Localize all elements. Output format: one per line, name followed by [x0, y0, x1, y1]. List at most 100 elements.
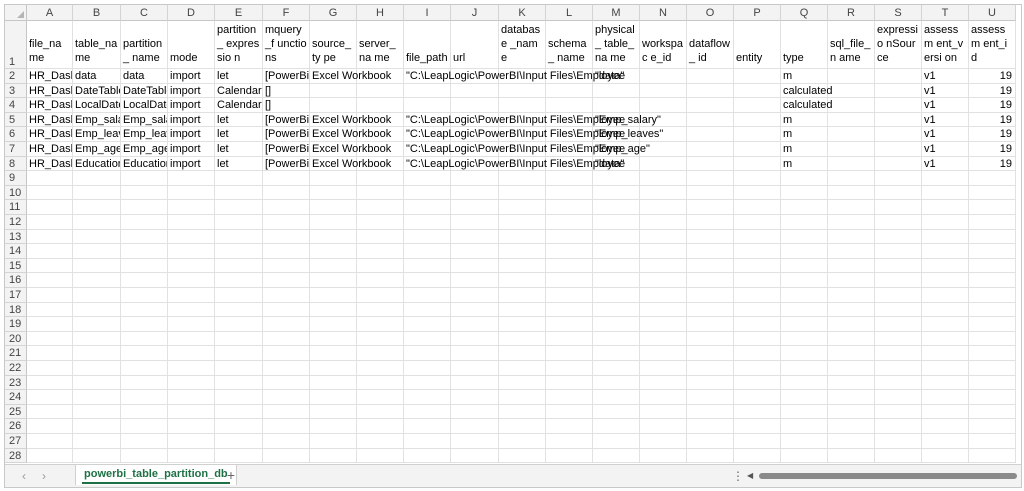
cell-r23[interactable]: [828, 375, 875, 391]
cell-d3[interactable]: import: [168, 83, 215, 99]
cell-i3[interactable]: [404, 83, 451, 99]
cell-a27[interactable]: [27, 434, 73, 449]
cell-g26[interactable]: [310, 419, 357, 434]
cell-r8[interactable]: [828, 156, 875, 172]
cell-u22[interactable]: [969, 361, 1016, 376]
row-header-11[interactable]: 11: [5, 200, 27, 215]
cell-k25[interactable]: [499, 404, 546, 420]
cell-r18[interactable]: [828, 302, 875, 318]
cell-c18[interactable]: [121, 302, 168, 318]
cell-f12[interactable]: [263, 215, 310, 230]
column-header-s[interactable]: S: [875, 5, 922, 21]
cell-u28[interactable]: [969, 448, 1016, 464]
cell-a20[interactable]: [27, 331, 73, 347]
cell-u6[interactable]: 19: [969, 127, 1016, 142]
cell-o19[interactable]: [687, 317, 734, 332]
cell-s8[interactable]: [875, 156, 922, 172]
cell-b13[interactable]: [73, 229, 121, 245]
cell-u23[interactable]: [969, 375, 1016, 391]
cell-g6[interactable]: Excel Workbook: [310, 127, 391, 142]
cell-h13[interactable]: [357, 229, 404, 245]
cell-q14[interactable]: [781, 244, 828, 259]
cell-s11[interactable]: [875, 200, 922, 215]
cell-l26[interactable]: [546, 419, 593, 434]
cell-i9[interactable]: [404, 171, 451, 186]
cell-n15[interactable]: [640, 258, 687, 274]
cell-m27[interactable]: [593, 434, 640, 449]
cell-d8[interactable]: import: [168, 156, 215, 172]
cell-f7[interactable]: [PowerBiM: [263, 142, 310, 157]
cell-j24[interactable]: [451, 390, 499, 405]
cell-u20[interactable]: [969, 331, 1016, 347]
cell-m23[interactable]: [593, 375, 640, 391]
cell-k21[interactable]: [499, 346, 546, 361]
cell-u2[interactable]: 19: [969, 69, 1016, 84]
cell-c4[interactable]: LocalDate: [121, 98, 168, 113]
cell-o8[interactable]: [687, 156, 734, 172]
cell-a26[interactable]: [27, 419, 73, 434]
add-sheet-button[interactable]: +: [223, 467, 239, 483]
cell-j12[interactable]: [451, 215, 499, 230]
cell-a10[interactable]: [27, 185, 73, 201]
cell-a24[interactable]: [27, 390, 73, 405]
cell-f19[interactable]: [263, 317, 310, 332]
row-header-4[interactable]: 4: [5, 98, 27, 113]
cell-r14[interactable]: [828, 244, 875, 259]
cell-u15[interactable]: [969, 258, 1016, 274]
cell-c8[interactable]: Education: [121, 156, 168, 172]
cell-d10[interactable]: [168, 185, 215, 201]
cell-r21[interactable]: [828, 346, 875, 361]
cell-e4[interactable]: Calendar(D: [215, 98, 263, 113]
cell-d12[interactable]: [168, 215, 215, 230]
row-header-5[interactable]: 5: [5, 112, 27, 128]
cell-g18[interactable]: [310, 302, 357, 318]
cell-q18[interactable]: [781, 302, 828, 318]
cell-o23[interactable]: [687, 375, 734, 391]
row-header-3[interactable]: 3: [5, 83, 27, 99]
cell-e24[interactable]: [215, 390, 263, 405]
cell-p22[interactable]: [734, 361, 781, 376]
cell-p5[interactable]: [734, 112, 781, 128]
cell-u21[interactable]: [969, 346, 1016, 361]
cell-h19[interactable]: [357, 317, 404, 332]
cell-k20[interactable]: [499, 331, 546, 347]
cell-m26[interactable]: [593, 419, 640, 434]
cell-k22[interactable]: [499, 361, 546, 376]
cell-q26[interactable]: [781, 419, 828, 434]
row-header-25[interactable]: 25: [5, 404, 27, 420]
cell-m17[interactable]: [593, 288, 640, 303]
header-cell-l[interactable]: schema_ name: [546, 21, 593, 69]
cell-b18[interactable]: [73, 302, 121, 318]
cell-e22[interactable]: [215, 361, 263, 376]
cell-r5[interactable]: [828, 112, 875, 128]
header-cell-s[interactable]: expressio nSource: [875, 21, 922, 69]
cell-g24[interactable]: [310, 390, 357, 405]
cell-u8[interactable]: 19: [969, 156, 1016, 172]
cell-e7[interactable]: let: [215, 142, 263, 157]
cell-i18[interactable]: [404, 302, 451, 318]
header-cell-n[interactable]: workspac e_id: [640, 21, 687, 69]
cell-c9[interactable]: [121, 171, 168, 186]
cell-f10[interactable]: [263, 185, 310, 201]
cell-o20[interactable]: [687, 331, 734, 347]
cell-o26[interactable]: [687, 419, 734, 434]
cell-q15[interactable]: [781, 258, 828, 274]
cell-h21[interactable]: [357, 346, 404, 361]
cell-t11[interactable]: [922, 200, 969, 215]
cell-h23[interactable]: [357, 375, 404, 391]
cell-q5[interactable]: m: [781, 112, 828, 128]
cell-c24[interactable]: [121, 390, 168, 405]
cell-b19[interactable]: [73, 317, 121, 332]
cell-s3[interactable]: [875, 83, 922, 99]
column-header-n[interactable]: N: [640, 5, 687, 21]
cell-b2[interactable]: data: [73, 69, 121, 84]
cell-i21[interactable]: [404, 346, 451, 361]
cell-t3[interactable]: v1: [922, 83, 969, 99]
cell-l25[interactable]: [546, 404, 593, 420]
cell-u11[interactable]: [969, 200, 1016, 215]
cell-p24[interactable]: [734, 390, 781, 405]
cell-f24[interactable]: [263, 390, 310, 405]
cell-h9[interactable]: [357, 171, 404, 186]
header-cell-i[interactable]: file_path: [404, 21, 451, 69]
cell-u17[interactable]: [969, 288, 1016, 303]
